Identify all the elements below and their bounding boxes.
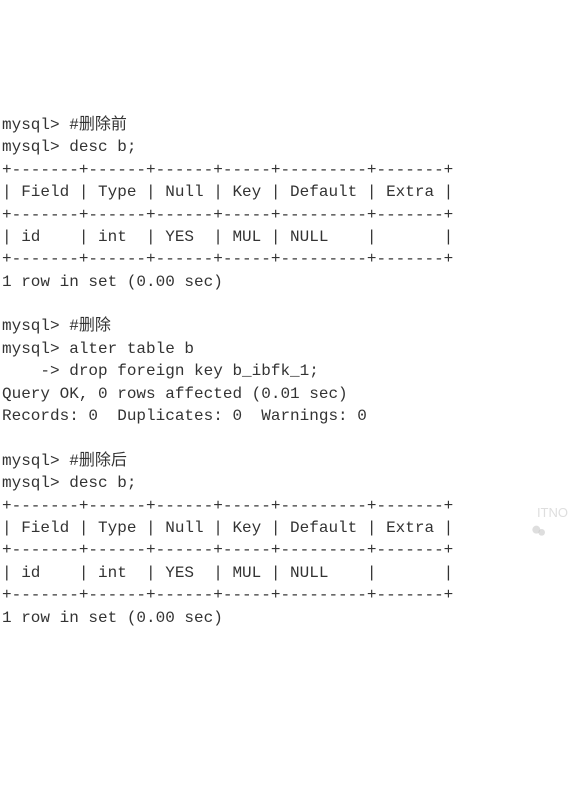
table-border: +-------+------+------+-----+---------+-… xyxy=(2,250,453,268)
table-header-row: | Field | Type | Null | Key | Default | … xyxy=(2,519,453,537)
query-result-line: Query OK, 0 rows affected (0.01 sec) xyxy=(2,385,348,403)
watermark: ITNO xyxy=(517,504,568,522)
table-border: +-------+------+------+-----+---------+-… xyxy=(2,541,453,559)
table-header-row: | Field | Type | Null | Key | Default | … xyxy=(2,183,453,201)
table-border: +-------+------+------+-----+---------+-… xyxy=(2,206,453,224)
mysql-prompt-line: mysql> #删除后 xyxy=(2,452,127,470)
table-border: +-------+------+------+-----+---------+-… xyxy=(2,497,453,515)
mysql-continuation-line: -> drop foreign key b_ibfk_1; xyxy=(2,362,319,380)
mysql-terminal-output: mysql> #删除前 mysql> desc b; +-------+----… xyxy=(2,92,584,629)
result-summary: 1 row in set (0.00 sec) xyxy=(2,609,223,627)
table-border: +-------+------+------+-----+---------+-… xyxy=(2,161,453,179)
mysql-prompt-line: mysql> #删除前 xyxy=(2,116,127,134)
result-summary: 1 row in set (0.00 sec) xyxy=(2,273,223,291)
table-row: | id | int | YES | MUL | NULL | | xyxy=(2,564,453,582)
mysql-prompt-line: mysql> alter table b xyxy=(2,340,194,358)
mysql-prompt-line: mysql> #删除 xyxy=(2,317,111,335)
table-row: | id | int | YES | MUL | NULL | | xyxy=(2,228,453,246)
table-border: +-------+------+------+-----+---------+-… xyxy=(2,586,453,604)
mysql-prompt-line: mysql> desc b; xyxy=(2,474,136,492)
wechat-icon xyxy=(517,505,533,521)
mysql-prompt-line: mysql> desc b; xyxy=(2,138,136,156)
query-stats-line: Records: 0 Duplicates: 0 Warnings: 0 xyxy=(2,407,367,425)
watermark-text: ITNO xyxy=(537,504,568,522)
